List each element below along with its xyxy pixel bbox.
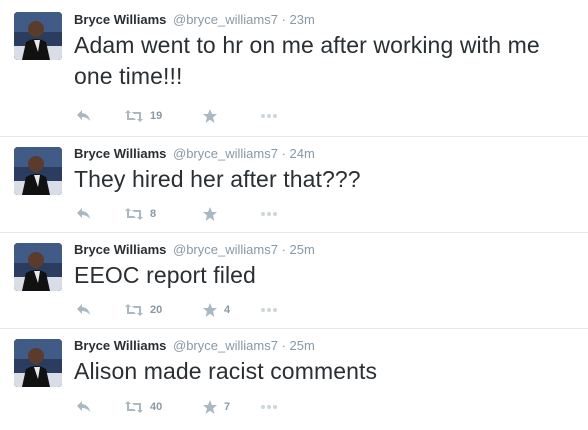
reply-icon: [77, 401, 90, 412]
tweet-timestamp[interactable]: 23m: [290, 12, 315, 27]
star-icon: [203, 109, 217, 123]
star-icon: [203, 400, 217, 414]
tweet-actions: 20 4: [74, 300, 334, 320]
reply-icon: [77, 110, 90, 121]
tweet-item[interactable]: Bryce Williams @bryce_williams7 · 23m Ad…: [0, 0, 588, 137]
avatar[interactable]: [14, 12, 62, 60]
retweet-button[interactable]: 20: [124, 300, 162, 320]
author-name[interactable]: Bryce Williams: [74, 12, 166, 27]
tweet-actions: 40 7: [74, 397, 334, 417]
tweet-actions: 8: [74, 204, 334, 224]
separator: ·: [281, 12, 286, 27]
tweet-text: Alison made racist comments: [74, 358, 378, 384]
favorite-count: 7: [224, 401, 231, 413]
retweet-count: 40: [150, 401, 163, 413]
tweet-item[interactable]: Bryce Williams @bryce_williams7 · 25m EE…: [0, 233, 588, 329]
tweet-text: Adam went to hr on me after working with…: [74, 32, 540, 89]
separator: ·: [281, 146, 286, 161]
avatar[interactable]: [14, 243, 62, 291]
tweet-text: EEOC report filed: [74, 262, 256, 288]
reply-button[interactable]: [76, 106, 92, 126]
favorite-button[interactable]: [202, 106, 224, 126]
author-name[interactable]: Bryce Williams: [74, 146, 166, 161]
favorite-button[interactable]: [202, 204, 224, 224]
tweet-header: Bryce Williams @bryce_williams7 · 25m: [74, 242, 315, 258]
retweet-icon: [125, 304, 143, 316]
author-username[interactable]: @bryce_williams7: [173, 146, 278, 161]
tweet-timestamp[interactable]: 25m: [290, 338, 315, 353]
retweet-count: 19: [150, 110, 163, 122]
tweet-header: Bryce Williams @bryce_williams7 · 25m: [74, 338, 315, 354]
reply-icon: [77, 304, 90, 315]
retweet-icon: [125, 110, 143, 122]
author-name[interactable]: Bryce Williams: [74, 242, 166, 257]
tweet-timestamp[interactable]: 24m: [290, 146, 315, 161]
tweet-item[interactable]: Bryce Williams @bryce_williams7 · 25m Al…: [0, 329, 588, 430]
author-name[interactable]: Bryce Williams: [74, 338, 166, 353]
retweet-count: 20: [150, 304, 163, 316]
more-dots-icon: [261, 308, 277, 312]
reply-button[interactable]: [76, 397, 92, 417]
retweet-button[interactable]: 19: [124, 106, 162, 126]
tweet-timestamp[interactable]: 25m: [290, 242, 315, 257]
favorite-count: 4: [224, 304, 231, 316]
retweet-icon: [125, 401, 143, 413]
avatar[interactable]: [14, 147, 62, 195]
separator: ·: [281, 338, 286, 353]
favorite-button[interactable]: 7: [202, 397, 230, 417]
reply-icon: [77, 208, 90, 219]
retweet-count: 8: [150, 208, 157, 220]
retweet-icon: [125, 208, 143, 220]
more-dots-icon: [261, 114, 277, 118]
tweet-header: Bryce Williams @bryce_williams7 · 24m: [74, 146, 315, 162]
tweet-text: They hired her after that???: [74, 166, 361, 192]
more-dots-icon: [261, 212, 277, 216]
more-dots-icon: [261, 405, 277, 409]
more-button[interactable]: [260, 204, 278, 224]
avatar[interactable]: [14, 339, 62, 387]
reply-button[interactable]: [76, 300, 92, 320]
more-button[interactable]: [260, 106, 278, 126]
star-icon: [203, 207, 217, 221]
star-icon: [203, 303, 217, 317]
author-username[interactable]: @bryce_williams7: [173, 12, 278, 27]
retweet-button[interactable]: 8: [124, 204, 156, 224]
retweet-button[interactable]: 40: [124, 397, 162, 417]
separator: ·: [281, 242, 286, 257]
tweet-actions: 19: [74, 106, 334, 126]
author-username[interactable]: @bryce_williams7: [173, 242, 278, 257]
reply-button[interactable]: [76, 204, 92, 224]
tweet-header: Bryce Williams @bryce_williams7 · 23m: [74, 12, 315, 28]
more-button[interactable]: [260, 300, 278, 320]
tweet-item[interactable]: Bryce Williams @bryce_williams7 · 24m Th…: [0, 137, 588, 233]
tweet-timeline: Bryce Williams @bryce_williams7 · 23m Ad…: [0, 0, 588, 430]
author-username[interactable]: @bryce_williams7: [173, 338, 278, 353]
favorite-button[interactable]: 4: [202, 300, 230, 320]
more-button[interactable]: [260, 397, 278, 417]
